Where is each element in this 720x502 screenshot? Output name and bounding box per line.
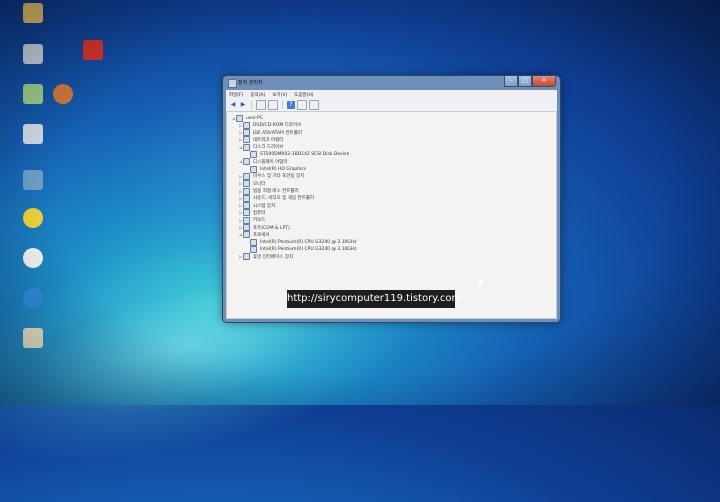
tree-item-label: 포트(COM & LPT) bbox=[253, 225, 290, 231]
device-manager-icon bbox=[228, 79, 237, 88]
tree-item-label: 범용 직렬 버스 컨트롤러 bbox=[253, 189, 299, 194]
penguin-icon bbox=[23, 248, 43, 268]
back-icon[interactable]: ◀ bbox=[229, 101, 237, 109]
tree-item-label: 휴먼 인터페이스 장치 bbox=[253, 254, 294, 260]
properties-icon[interactable] bbox=[268, 100, 278, 110]
tree-item-label: IDE ATA/ATAPI 컨트롤러 bbox=[253, 130, 303, 136]
help-icon[interactable]: ? bbox=[287, 101, 295, 109]
tree-item-label: 마우스 및 기타 포인팅 장치 bbox=[253, 174, 305, 180]
monitor-icon bbox=[23, 170, 43, 190]
menu-bar: 파일(F) 동작(A) 보기(V) 도움말(H) bbox=[226, 90, 557, 99]
tree-item-label: DVD/CD-ROM 드라이브 bbox=[253, 123, 302, 129]
tree-item-label: user-PC bbox=[246, 115, 264, 121]
menu-action[interactable]: 동작(A) bbox=[250, 92, 265, 98]
tree-view-icon[interactable] bbox=[256, 100, 266, 110]
maximize-button[interactable]: □ bbox=[518, 76, 532, 87]
window-title: 장치 관리자 bbox=[238, 80, 263, 86]
trash-icon bbox=[23, 124, 43, 144]
desktop-icon-doc[interactable] bbox=[18, 328, 48, 348]
tree-item-label: 디스플레이 어댑터 bbox=[253, 159, 288, 165]
tree-item-label: ST500DM002-1BD142 SCSI Disk Device bbox=[260, 152, 350, 157]
toolbar-separator bbox=[282, 101, 283, 109]
tree-item-label: 컴퓨터 bbox=[253, 210, 266, 216]
tree-item-label: 디스크 드라이브 bbox=[253, 145, 284, 151]
tree-item-label: Intel(R) Pentium(R) CPU G3240 @ 3.10GHz bbox=[260, 239, 357, 245]
title-bar[interactable]: 장치 관리자 – □ ✕ bbox=[223, 76, 560, 90]
device-tree: ⊿ user-PC ▷ DVD/CD-ROM 드라이브 ▷ IDE ATA/ATAPI 컨… bbox=[226, 111, 557, 319]
device-category-icon bbox=[243, 253, 250, 261]
forward-icon[interactable]: ▶ bbox=[239, 101, 247, 109]
menu-view[interactable]: 보기(V) bbox=[272, 92, 287, 98]
close-button[interactable]: ✕ bbox=[532, 76, 556, 87]
tree-item-label: 네트워크 어댑터 bbox=[253, 137, 284, 143]
menu-file[interactable]: 파일(F) bbox=[229, 92, 243, 98]
desktop-icon-tool[interactable] bbox=[48, 84, 78, 104]
document-icon bbox=[23, 328, 43, 348]
desktop-icon-recycle[interactable] bbox=[18, 84, 48, 104]
tree-item-label: Intel(R) Pentium(R) CPU G3240 @ 3.10GHz bbox=[260, 246, 357, 252]
tree-item-label: 프로세서 bbox=[253, 232, 270, 238]
tree-item-label: Intel(R) HD Graphics bbox=[260, 166, 307, 172]
messenger-icon bbox=[23, 208, 43, 228]
tree-item[interactable]: ▷ 휴먼 인터페이스 장치 bbox=[238, 253, 293, 261]
tree-item-label: 사운드, 비디오 및 게임 컨트롤러 bbox=[253, 196, 314, 202]
app-icon bbox=[83, 40, 103, 60]
desktop-icon-penguin[interactable] bbox=[18, 248, 48, 268]
desktop-icon-app[interactable] bbox=[78, 40, 108, 60]
desktop-icon-ie[interactable] bbox=[18, 288, 48, 308]
toolbar-separator bbox=[251, 101, 252, 109]
menu-help[interactable]: 도움말(H) bbox=[294, 92, 313, 98]
tree-item-label: 키보드 bbox=[253, 218, 266, 224]
scan-hardware-icon[interactable] bbox=[297, 100, 307, 110]
recycle-icon bbox=[23, 84, 43, 104]
tree-item-label: 모니터 bbox=[253, 181, 266, 187]
watermark-url: http://sirycomputer119.tistory.com bbox=[287, 290, 461, 308]
desktop-icon-computer[interactable] bbox=[18, 3, 48, 23]
desktop-icon-screen[interactable] bbox=[18, 170, 48, 190]
desktop-icon-network[interactable] bbox=[18, 44, 48, 64]
network-icon bbox=[23, 44, 43, 64]
desktop-icon-messenger[interactable] bbox=[18, 208, 48, 228]
device-manager-window: 장치 관리자 – □ ✕ 파일(F) 동작(A) 보기(V) 도움말(H) ◀ … bbox=[222, 75, 561, 323]
internet-explorer-icon bbox=[23, 288, 43, 308]
tree-item-label: 시스템 장치 bbox=[253, 203, 276, 209]
folder-icon bbox=[23, 3, 43, 23]
tool-icon bbox=[53, 84, 73, 104]
device-icon[interactable] bbox=[309, 100, 319, 110]
minimize-button[interactable]: – bbox=[504, 76, 518, 87]
desktop-icon-trash[interactable] bbox=[18, 124, 48, 144]
